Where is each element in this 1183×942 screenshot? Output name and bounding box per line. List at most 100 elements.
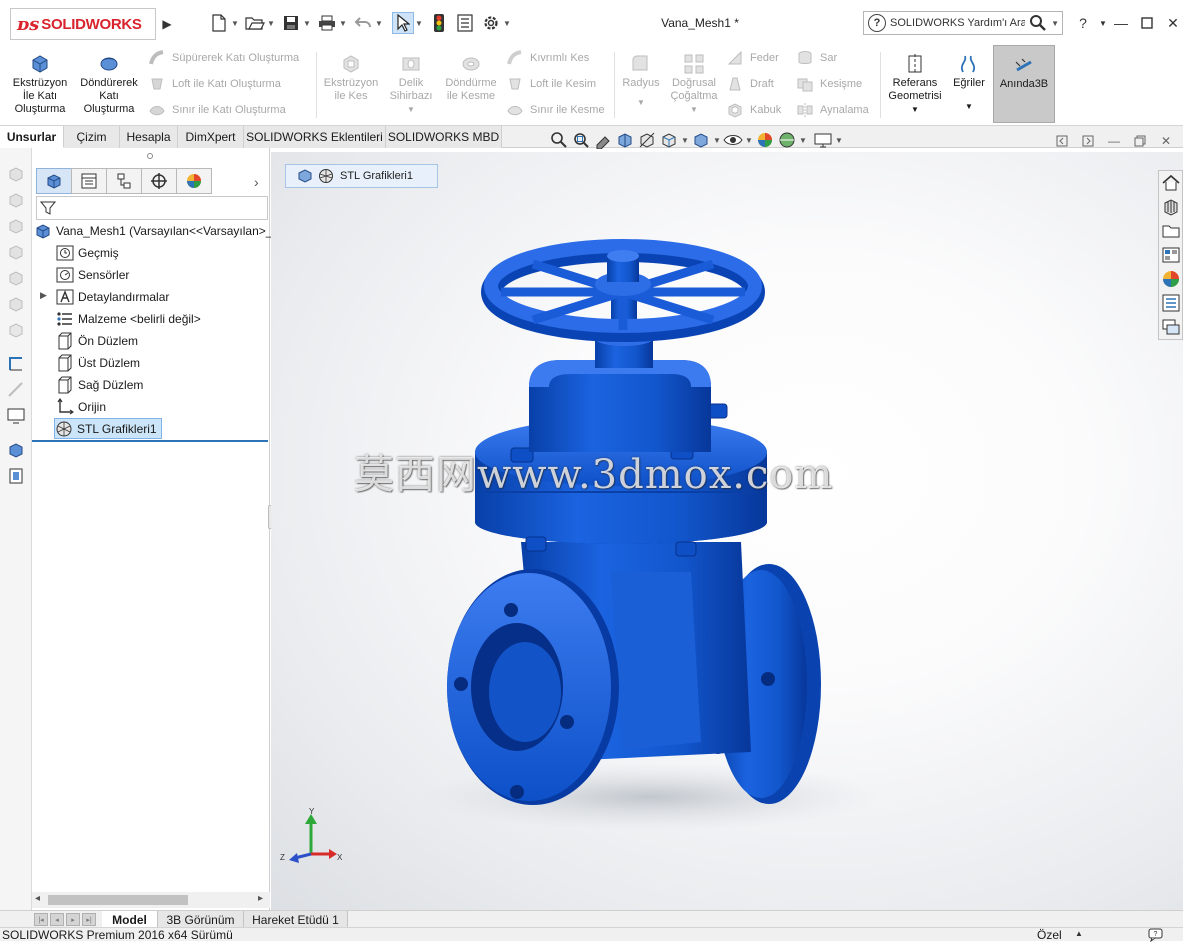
prev-tab-icon[interactable]: ◂: [50, 913, 64, 926]
featuremanager-tree-tab-icon[interactable]: [36, 168, 72, 194]
first-tab-icon[interactable]: |◂: [34, 913, 48, 926]
graphics-area[interactable]: STL Grafikleri1 莫西网www.3dmox.com Y X Z: [271, 152, 1183, 910]
scroll-left-icon[interactable]: ◂: [35, 893, 40, 904]
maximize-icon[interactable]: [1136, 12, 1158, 34]
expand-annotations-icon[interactable]: ▶: [40, 290, 47, 301]
mirror-button[interactable]: Aynalama: [796, 100, 869, 120]
last-tab-icon[interactable]: ▸|: [82, 913, 96, 926]
previous-pane-icon[interactable]: [1054, 133, 1070, 149]
intersect-button[interactable]: Kesişme: [796, 74, 862, 94]
print-icon[interactable]: [316, 12, 338, 34]
curves-button[interactable]: Eğriler ▼: [946, 52, 992, 113]
select-cursor-icon[interactable]: [392, 12, 414, 34]
view-settings-dropdown-icon[interactable]: ▼: [834, 136, 844, 145]
open-dropdown-icon[interactable]: ▼: [266, 12, 276, 34]
forum-icon[interactable]: [1161, 317, 1181, 337]
minimize-icon[interactable]: —: [1110, 12, 1132, 34]
home-icon[interactable]: [1161, 173, 1181, 193]
rib-button[interactable]: Feder: [726, 48, 779, 68]
quick-tips-icon[interactable]: ?: [1148, 928, 1166, 942]
hide-show-dropdown-icon[interactable]: ▼: [744, 136, 754, 145]
fillet-button[interactable]: Radyus ▼: [618, 52, 664, 109]
options-dropdown-icon[interactable]: ▼: [502, 12, 512, 34]
assembly-small-icon[interactable]: [6, 466, 26, 486]
view-palette-icon[interactable]: [1161, 245, 1181, 265]
extrude-boss-button[interactable]: Ekstrüzyon İle Katı Oluşturma: [8, 52, 72, 116]
next-pane-icon[interactable]: [1080, 133, 1096, 149]
valve-model[interactable]: [271, 152, 1183, 910]
cut-small-icon[interactable]: [6, 294, 26, 314]
draft-button[interactable]: Draft: [726, 74, 774, 94]
instant3d-button[interactable]: Anında3B: [993, 45, 1055, 123]
tab-motion-study[interactable]: Hareket Etüdü 1: [244, 911, 348, 928]
display-style-icon[interactable]: [690, 129, 712, 151]
open-folder-icon[interactable]: [244, 12, 266, 34]
tree-item-front-plane[interactable]: Ön Düzlem: [56, 330, 138, 351]
appearances-icon[interactable]: [1161, 269, 1181, 289]
swept-cut-button[interactable]: Kıvrımlı Kes: [506, 48, 589, 68]
print-dropdown-icon[interactable]: ▼: [338, 12, 348, 34]
revolve-small-icon[interactable]: [6, 190, 26, 210]
boundary-cut-button[interactable]: Sınır ile Kesme: [506, 100, 605, 120]
tree-item-right-plane[interactable]: Sağ Düzlem: [56, 374, 143, 395]
search-icon[interactable]: [1025, 12, 1051, 34]
apply-scene-icon[interactable]: [776, 129, 798, 151]
tabs-scroll-right-icon[interactable]: ›: [254, 174, 259, 190]
tab-dimxpert[interactable]: DimXpert: [178, 126, 244, 148]
extrude-small-icon[interactable]: [6, 164, 26, 184]
view-orientation-dropdown-icon[interactable]: ▼: [680, 136, 690, 145]
unit-system-selector[interactable]: Özel: [1037, 928, 1062, 942]
tab-sketch[interactable]: Çizim: [64, 126, 120, 148]
dynamic-annotation-icon[interactable]: [636, 129, 658, 151]
panel-grip[interactable]: [147, 153, 153, 159]
doc-minimize-icon[interactable]: —: [1106, 133, 1122, 149]
options-gear-icon[interactable]: [480, 12, 502, 34]
view-settings-icon[interactable]: [812, 129, 834, 151]
zoom-to-fit-icon[interactable]: [548, 129, 570, 151]
scroll-thumb[interactable]: [48, 895, 188, 905]
extruded-cut-button[interactable]: Ekstrüzyon ile Kes: [320, 52, 382, 103]
property-manager-tab-icon[interactable]: [71, 168, 107, 194]
swept-boss-button[interactable]: Süpürerek Katı Oluşturma: [148, 48, 299, 68]
search-dropdown-icon[interactable]: ▼: [1051, 19, 1062, 28]
loft-small-icon[interactable]: [6, 242, 26, 262]
display-manager-tab-icon[interactable]: [176, 168, 212, 194]
tree-item-sensors[interactable]: Sensörler: [56, 264, 129, 285]
revolve-boss-button[interactable]: Döndürerek Katı Oluşturma: [76, 52, 142, 116]
new-document-icon[interactable]: [208, 12, 230, 34]
fillet-small-icon[interactable]: [6, 320, 26, 340]
boundary-small-icon[interactable]: [6, 268, 26, 288]
file-explorer-icon[interactable]: [1161, 221, 1181, 241]
tab-features[interactable]: Unsurlar: [0, 126, 64, 148]
save-dropdown-icon[interactable]: ▼: [302, 12, 312, 34]
sweep-small-icon[interactable]: [6, 216, 26, 236]
wrap-button[interactable]: Sar: [796, 48, 837, 68]
loft-boss-button[interactable]: Loft ile Katı Oluşturma: [148, 74, 281, 94]
tree-item-origin[interactable]: Orijin: [56, 396, 106, 417]
tab-solidworks-addins[interactable]: SOLIDWORKS Eklentileri: [244, 126, 386, 148]
help-icon[interactable]: ?: [1072, 12, 1094, 34]
rebuild-traffic-light-icon[interactable]: [428, 12, 450, 34]
display-small-icon[interactable]: [6, 406, 26, 426]
display-style-dropdown-icon[interactable]: ▼: [712, 136, 722, 145]
new-dropdown-icon[interactable]: ▼: [230, 12, 240, 34]
close-icon[interactable]: ✕: [1162, 12, 1183, 34]
hole-wizard-button[interactable]: Delik Sihirbazı ▼: [384, 52, 438, 116]
tab-model[interactable]: Model: [102, 911, 158, 928]
fillet-dropdown-icon[interactable]: ▼: [637, 96, 645, 109]
select-dropdown-icon[interactable]: ▼: [414, 12, 424, 34]
tree-root-part[interactable]: Vana_Mesh1 (Varsayılan<<Varsayılan>_: [34, 220, 272, 241]
scroll-right-icon[interactable]: ▸: [258, 893, 263, 904]
smart-dimension-small-icon[interactable]: [6, 380, 26, 400]
dimxpert-manager-tab-icon[interactable]: [141, 168, 177, 194]
shell-button[interactable]: Kabuk: [726, 100, 781, 120]
next-tab-icon[interactable]: ▸: [66, 913, 80, 926]
zoom-to-area-icon[interactable]: [570, 129, 592, 151]
design-library-icon[interactable]: [1161, 197, 1181, 217]
menu-expand-icon[interactable]: ▶: [160, 13, 174, 35]
tab-evaluate[interactable]: Hesapla: [120, 126, 178, 148]
custom-properties-icon[interactable]: [1161, 293, 1181, 313]
section-view-icon[interactable]: [614, 129, 636, 151]
tree-horizontal-scrollbar[interactable]: ◂ ▸: [32, 892, 270, 908]
reference-geometry-button[interactable]: Referans Geometrisi ▼: [884, 52, 946, 116]
